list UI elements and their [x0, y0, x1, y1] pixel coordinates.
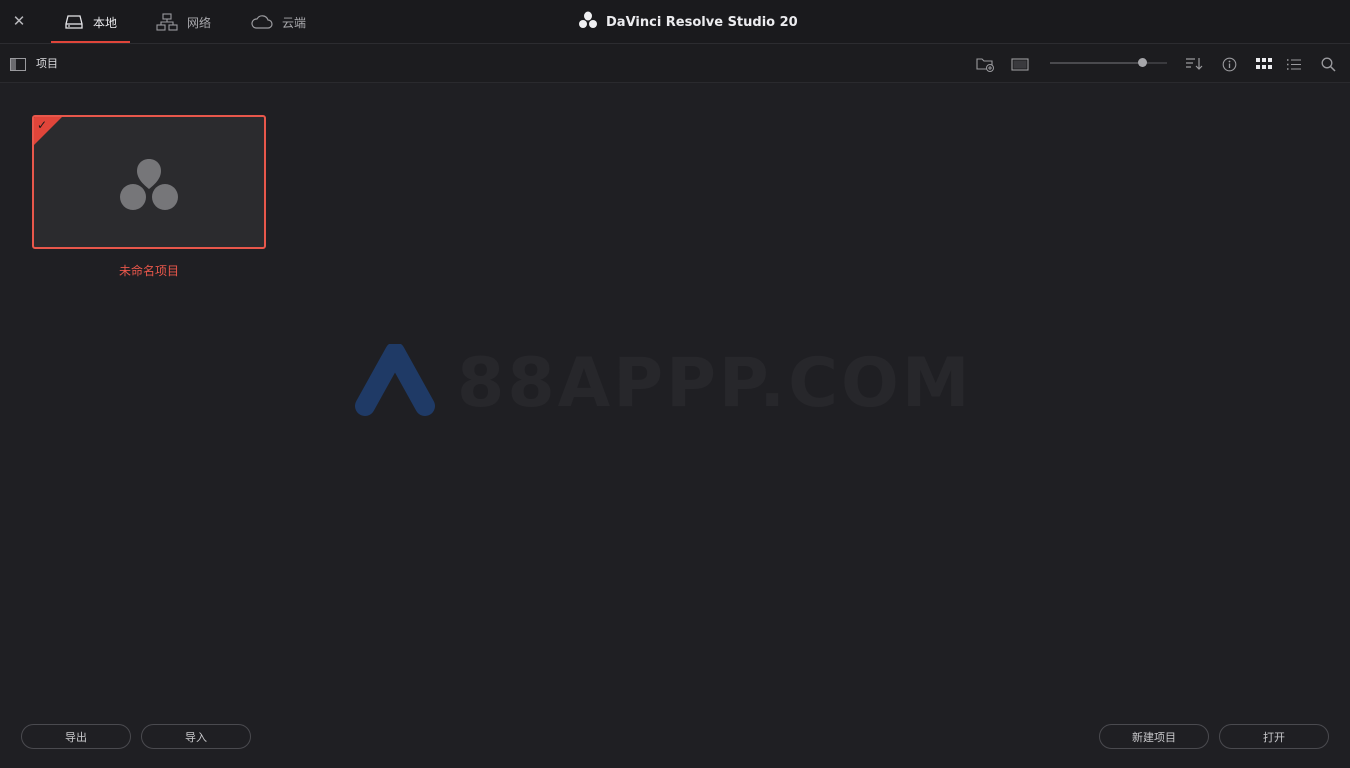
info-icon[interactable] [1219, 54, 1239, 74]
tab-network[interactable]: 网络 [156, 0, 211, 44]
toolbar: 项目 [0, 44, 1350, 83]
close-button[interactable]: ✕ [9, 11, 29, 31]
tab-local-label: 本地 [92, 15, 117, 30]
import-button[interactable]: 导入 [141, 724, 251, 749]
grid-view-icon[interactable] [1254, 54, 1274, 74]
zoom-slider-fill [1050, 62, 1143, 64]
watermark-text: 88APPP.COM [457, 343, 973, 423]
tab-cloud-label: 云端 [282, 15, 307, 30]
app-title-text: DaVinci Resolve Studio 20 [606, 14, 798, 30]
new-project-button[interactable]: 新建项目 [1099, 724, 1209, 749]
cloud-icon [251, 15, 273, 29]
resolve-logo-icon [578, 11, 598, 33]
open-button[interactable]: 打开 [1219, 724, 1329, 749]
title-bar: ✕ 本地 网络 云端 DaVinci Resolve Studio 20 [0, 0, 1350, 44]
sort-icon[interactable] [1184, 54, 1204, 74]
tab-network-label: 网络 [187, 15, 212, 30]
new-folder-icon[interactable] [975, 54, 995, 74]
export-button[interactable]: 导出 [21, 724, 131, 749]
network-icon [156, 13, 178, 31]
zoom-slider[interactable] [1050, 58, 1167, 67]
thumbnail-size-icon[interactable] [1010, 54, 1030, 74]
checkmark-icon: ✓ [37, 118, 48, 132]
section-label: 项目 [36, 57, 58, 70]
list-view-icon[interactable] [1284, 54, 1304, 74]
project-name[interactable]: 未命名项目 [32, 262, 266, 279]
watermark: 88APPP.COM [355, 342, 973, 423]
project-thumbnail[interactable]: ✓ [32, 115, 266, 249]
tab-cloud[interactable]: 云端 [251, 0, 306, 44]
zoom-slider-knob[interactable] [1138, 58, 1148, 67]
sidebar-toggle-icon[interactable] [10, 56, 26, 75]
local-drive-icon [64, 14, 84, 30]
search-icon[interactable] [1318, 54, 1338, 74]
app-title: DaVinci Resolve Studio 20 [578, 0, 798, 44]
resolve-placeholder-icon [118, 155, 180, 217]
tab-local[interactable]: 本地 [51, 0, 130, 44]
watermark-logo-icon [355, 342, 435, 422]
